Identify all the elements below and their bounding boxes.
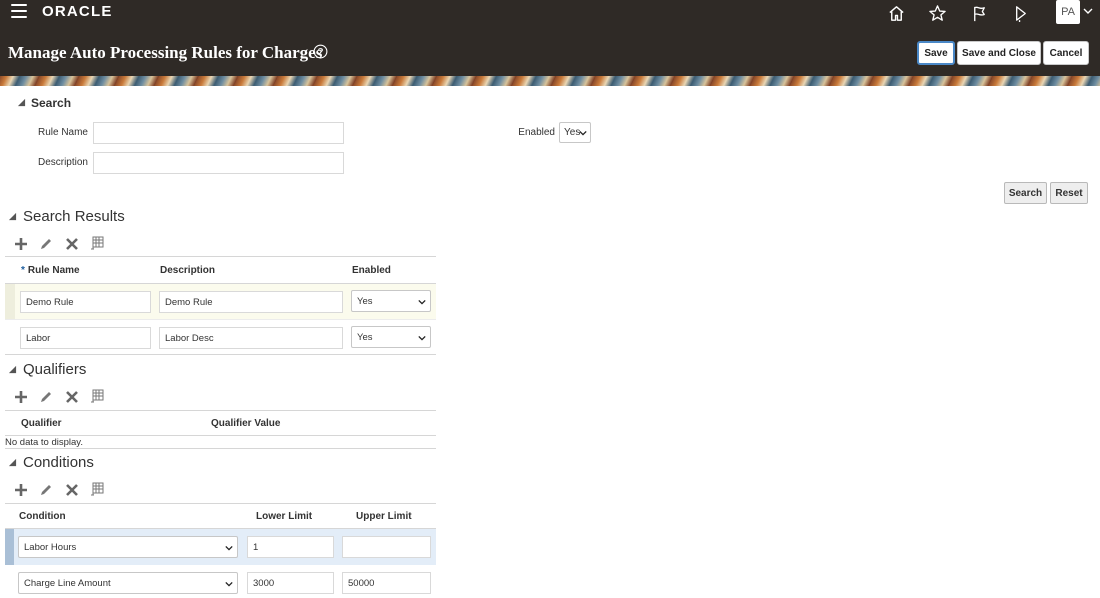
edit-icon[interactable] xyxy=(39,483,53,497)
conditions-title: Conditions xyxy=(23,454,94,471)
oracle-logo: ORACLE xyxy=(42,3,113,20)
row-header[interactable] xyxy=(5,284,15,319)
add-icon[interactable] xyxy=(14,483,28,497)
upper-limit-cell[interactable]: 50000 xyxy=(342,572,431,594)
decorative-banner xyxy=(0,76,1100,86)
rule-name-label: Rule Name xyxy=(37,127,88,138)
lower-limit-cell[interactable]: 1 xyxy=(247,536,334,558)
required-icon: * xyxy=(21,265,25,276)
collapse-caret-icon[interactable] xyxy=(8,365,17,374)
freeze-columns-icon[interactable] xyxy=(90,389,104,403)
chevron-down-icon xyxy=(225,545,233,551)
rule-name-input[interactable] xyxy=(93,122,344,144)
qualifiers-title: Qualifiers xyxy=(23,361,87,378)
column-header-lower-limit: Lower Limit xyxy=(256,511,313,522)
description-input[interactable] xyxy=(93,152,344,174)
delete-icon[interactable] xyxy=(65,390,79,404)
enabled-select[interactable]: Yes xyxy=(559,122,591,143)
help-icon[interactable] xyxy=(313,44,328,59)
flag-icon[interactable] xyxy=(968,2,990,24)
collapse-caret-icon[interactable] xyxy=(17,98,26,107)
collapse-caret-icon[interactable] xyxy=(8,212,17,221)
save-and-close-button[interactable]: Save and Close xyxy=(957,41,1041,65)
description-label: Description xyxy=(37,157,88,168)
page-header: Manage Auto Processing Rules for Charges… xyxy=(0,26,1100,76)
search-section-title: Search xyxy=(31,96,72,110)
condition-cell-select[interactable]: Labor Hours xyxy=(18,536,238,558)
reset-button[interactable]: Reset xyxy=(1050,182,1088,204)
description-cell[interactable]: Labor Desc xyxy=(159,327,343,349)
home-icon[interactable] xyxy=(885,2,907,24)
freeze-columns-icon[interactable] xyxy=(90,482,104,496)
rule-name-cell[interactable]: Demo Rule xyxy=(20,291,151,313)
freeze-columns-icon[interactable] xyxy=(90,236,104,250)
enabled-cell-select[interactable]: Yes xyxy=(351,326,431,348)
empty-table-message: No data to display. xyxy=(5,437,83,448)
chevron-down-icon xyxy=(418,299,426,305)
hamburger-icon[interactable] xyxy=(11,4,27,18)
add-icon[interactable] xyxy=(14,237,28,251)
search-results-title: Search Results xyxy=(23,208,125,225)
search-button[interactable]: Search xyxy=(1004,182,1047,204)
row-header[interactable] xyxy=(5,529,14,565)
column-header-enabled: Enabled xyxy=(352,265,391,276)
chevron-down-icon xyxy=(579,130,587,136)
chevron-down-icon[interactable] xyxy=(1082,5,1094,17)
upper-limit-cell[interactable] xyxy=(342,536,431,558)
chevron-down-icon xyxy=(225,581,233,587)
column-header-rule-name: * Rule Name xyxy=(21,265,80,276)
star-icon[interactable] xyxy=(926,2,948,24)
description-cell[interactable]: Demo Rule xyxy=(159,291,343,313)
column-header-upper-limit: Upper Limit xyxy=(356,511,412,522)
edit-icon[interactable] xyxy=(39,390,53,404)
chevron-down-icon xyxy=(418,335,426,341)
enabled-cell-select[interactable]: Yes xyxy=(351,290,431,312)
enabled-label: Enabled xyxy=(518,127,555,138)
page-title: Manage Auto Processing Rules for Charges xyxy=(8,43,323,62)
delete-icon[interactable] xyxy=(65,483,79,497)
lower-limit-cell[interactable]: 3000 xyxy=(247,572,334,594)
edit-icon[interactable] xyxy=(39,237,53,251)
enabled-select-value: Yes xyxy=(564,127,581,138)
column-header-qualifier: Qualifier xyxy=(21,418,62,429)
cancel-button[interactable]: Cancel xyxy=(1043,41,1089,65)
bell-icon[interactable] xyxy=(1009,2,1031,24)
column-header-condition: Condition xyxy=(19,511,66,522)
global-header: ORACLE PA xyxy=(0,0,1100,26)
rule-name-cell[interactable]: Labor xyxy=(20,327,151,349)
delete-icon[interactable] xyxy=(65,237,79,251)
collapse-caret-icon[interactable] xyxy=(8,458,17,467)
column-header-qualifier-value: Qualifier Value xyxy=(211,418,281,429)
condition-cell-select[interactable]: Charge Line Amount xyxy=(18,572,238,594)
column-header-description: Description xyxy=(160,265,216,276)
user-avatar[interactable]: PA xyxy=(1056,0,1080,24)
save-button[interactable]: Save xyxy=(917,41,955,65)
add-icon[interactable] xyxy=(14,390,28,404)
